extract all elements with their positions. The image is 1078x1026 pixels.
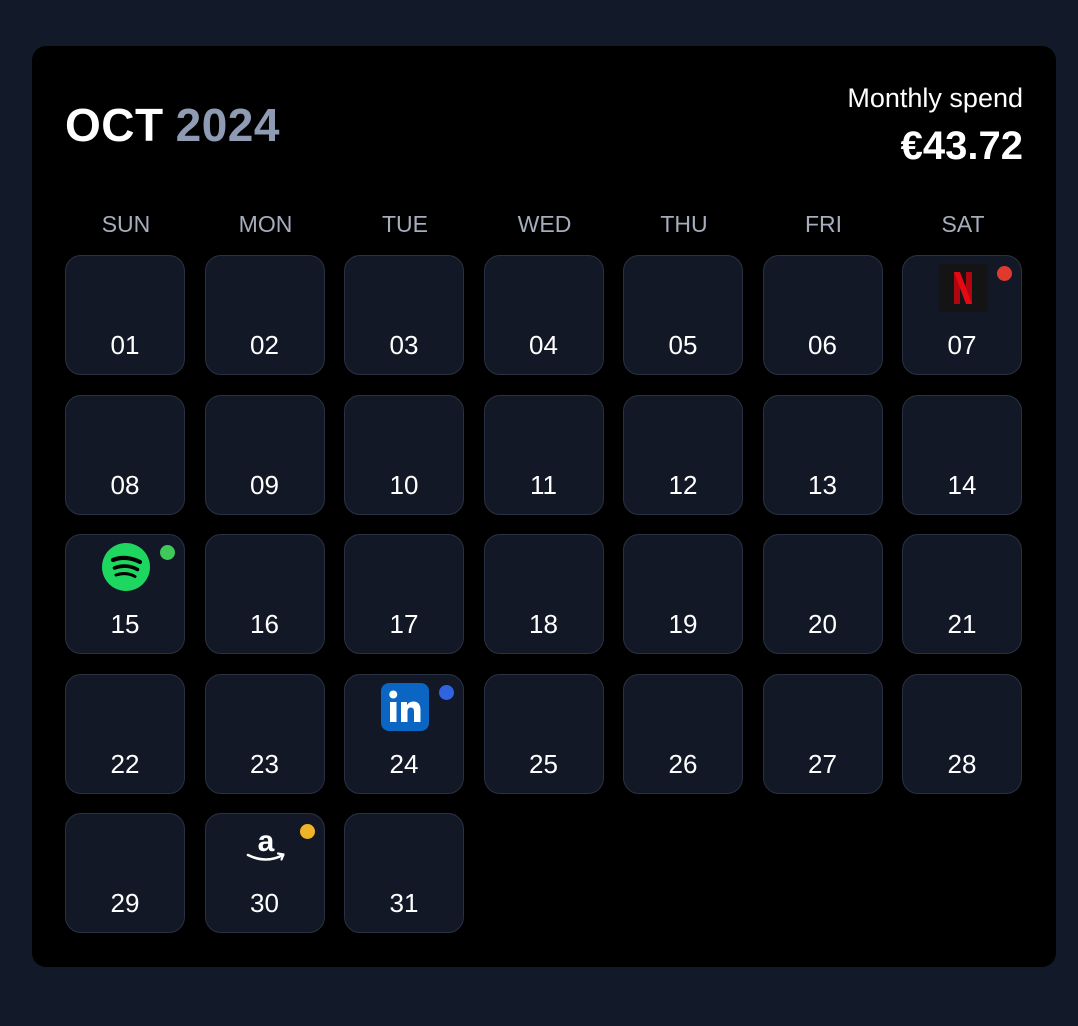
day-cell-05[interactable]: 05 [623, 255, 743, 375]
netflix-icon [939, 264, 987, 312]
day-cell-03[interactable]: 03 [344, 255, 464, 375]
day-cell-25[interactable]: 25 [483, 673, 604, 794]
day-cell-16[interactable]: 16 [204, 534, 325, 654]
day-number: 26 [668, 748, 698, 779]
day-cell-23[interactable]: 23 [204, 673, 325, 794]
day-cell-07[interactable]: 07 [902, 255, 1022, 375]
day-cell-12[interactable]: 12 [623, 394, 743, 515]
day-cell-10[interactable]: 10 [344, 394, 464, 515]
day-number: 29 [110, 888, 140, 918]
day-cell-11[interactable]: 11 [483, 394, 604, 515]
day-cell-09[interactable]: 09 [204, 394, 325, 515]
day-cell-26[interactable]: 26 [623, 673, 743, 794]
monthly-spend-label: Monthly spend [847, 83, 1023, 113]
day-cell-01[interactable]: 01 [65, 255, 185, 375]
day-cell-15[interactable]: 15 [65, 534, 185, 654]
day-cell-19[interactable]: 19 [623, 534, 743, 654]
day-cell-17[interactable]: 17 [344, 534, 464, 654]
day-number: 04 [529, 330, 558, 360]
day-cell-08[interactable]: 08 [65, 394, 185, 515]
day-number: 24 [389, 748, 419, 779]
day-cell-20[interactable]: 20 [762, 534, 883, 654]
day-number: 14 [947, 469, 977, 500]
day-number: 30 [250, 888, 279, 918]
day-cell-04[interactable]: 04 [483, 255, 604, 375]
day-number: 05 [668, 330, 698, 360]
subscription-indicator-dot [997, 266, 1012, 281]
day-number: 15 [110, 609, 140, 639]
weekday-wed: WED [517, 211, 572, 237]
day-cell-18[interactable]: 18 [483, 534, 604, 654]
day-cell-29[interactable]: 29 [65, 813, 185, 933]
subscription-indicator-dot [299, 824, 315, 839]
linkedin-icon [381, 682, 429, 731]
day-number: 08 [110, 469, 140, 500]
day-number: 21 [947, 609, 977, 639]
calendar-card: OCT 2024 Monthly spend €43.72 SUN MON TUE WE… [32, 46, 1056, 967]
day-number: 22 [110, 748, 140, 779]
day-cell-30[interactable]: a 30 [204, 813, 325, 933]
day-number: 19 [668, 609, 698, 639]
day-number: 28 [947, 748, 977, 779]
day-number: 13 [808, 469, 837, 500]
weekday-thu: THU [660, 211, 708, 237]
day-number: 10 [389, 469, 419, 500]
weekday-tue: TUE [382, 211, 428, 237]
month-label: OCT [65, 99, 164, 151]
day-cell-14[interactable]: 14 [902, 394, 1022, 515]
day-number: 02 [250, 330, 279, 360]
day-cell-24[interactable]: 24 [344, 673, 464, 794]
monthly-spend-amount: €43.72 [900, 124, 1023, 168]
day-cell-06[interactable]: 06 [762, 255, 883, 375]
weekday-sun: SUN [101, 211, 151, 237]
day-cell-22[interactable]: 22 [65, 673, 185, 794]
day-number: 01 [110, 330, 140, 360]
day-number: 25 [529, 748, 558, 779]
day-cell-27[interactable]: 27 [762, 673, 883, 794]
day-number: 27 [808, 748, 837, 779]
weekday-header-row: SUN MON TUE WED THU FRI SAT [65, 209, 1025, 239]
day-cell-13[interactable]: 13 [762, 394, 883, 515]
day-number: 06 [808, 330, 837, 360]
year-label: 2024 [175, 99, 280, 151]
day-number: 16 [250, 609, 279, 639]
day-number: 31 [389, 888, 419, 918]
day-number: 17 [389, 609, 419, 639]
day-number: 12 [668, 469, 698, 500]
day-cell-02[interactable]: 02 [204, 255, 325, 375]
day-cell-28[interactable]: 28 [902, 673, 1022, 794]
month-year-title: OCT 2024 [65, 101, 280, 149]
day-number: 09 [250, 469, 279, 500]
day-number: 11 [530, 469, 557, 500]
day-number: 03 [389, 330, 419, 360]
subscription-indicator-dot [439, 684, 454, 700]
day-number: 20 [808, 609, 837, 639]
day-cell-21[interactable]: 21 [902, 534, 1022, 654]
day-number: 18 [529, 609, 558, 639]
weekday-mon: MON [238, 211, 293, 237]
weekday-fri: FRI [804, 211, 843, 237]
amazon-icon: a [242, 822, 290, 870]
day-cell-31[interactable]: 31 [344, 813, 464, 933]
day-number: 07 [947, 330, 977, 360]
spotify-icon [102, 543, 150, 591]
svg-text:a: a [257, 825, 274, 858]
calendar-grid: 01 02 03 04 05 06 07 08 09 10 11 12 13 14 15 16 17 18 19 20… [65, 255, 1025, 935]
subscription-indicator-dot [160, 545, 175, 560]
weekday-sat: SAT [941, 211, 985, 237]
day-number: 23 [250, 748, 279, 779]
